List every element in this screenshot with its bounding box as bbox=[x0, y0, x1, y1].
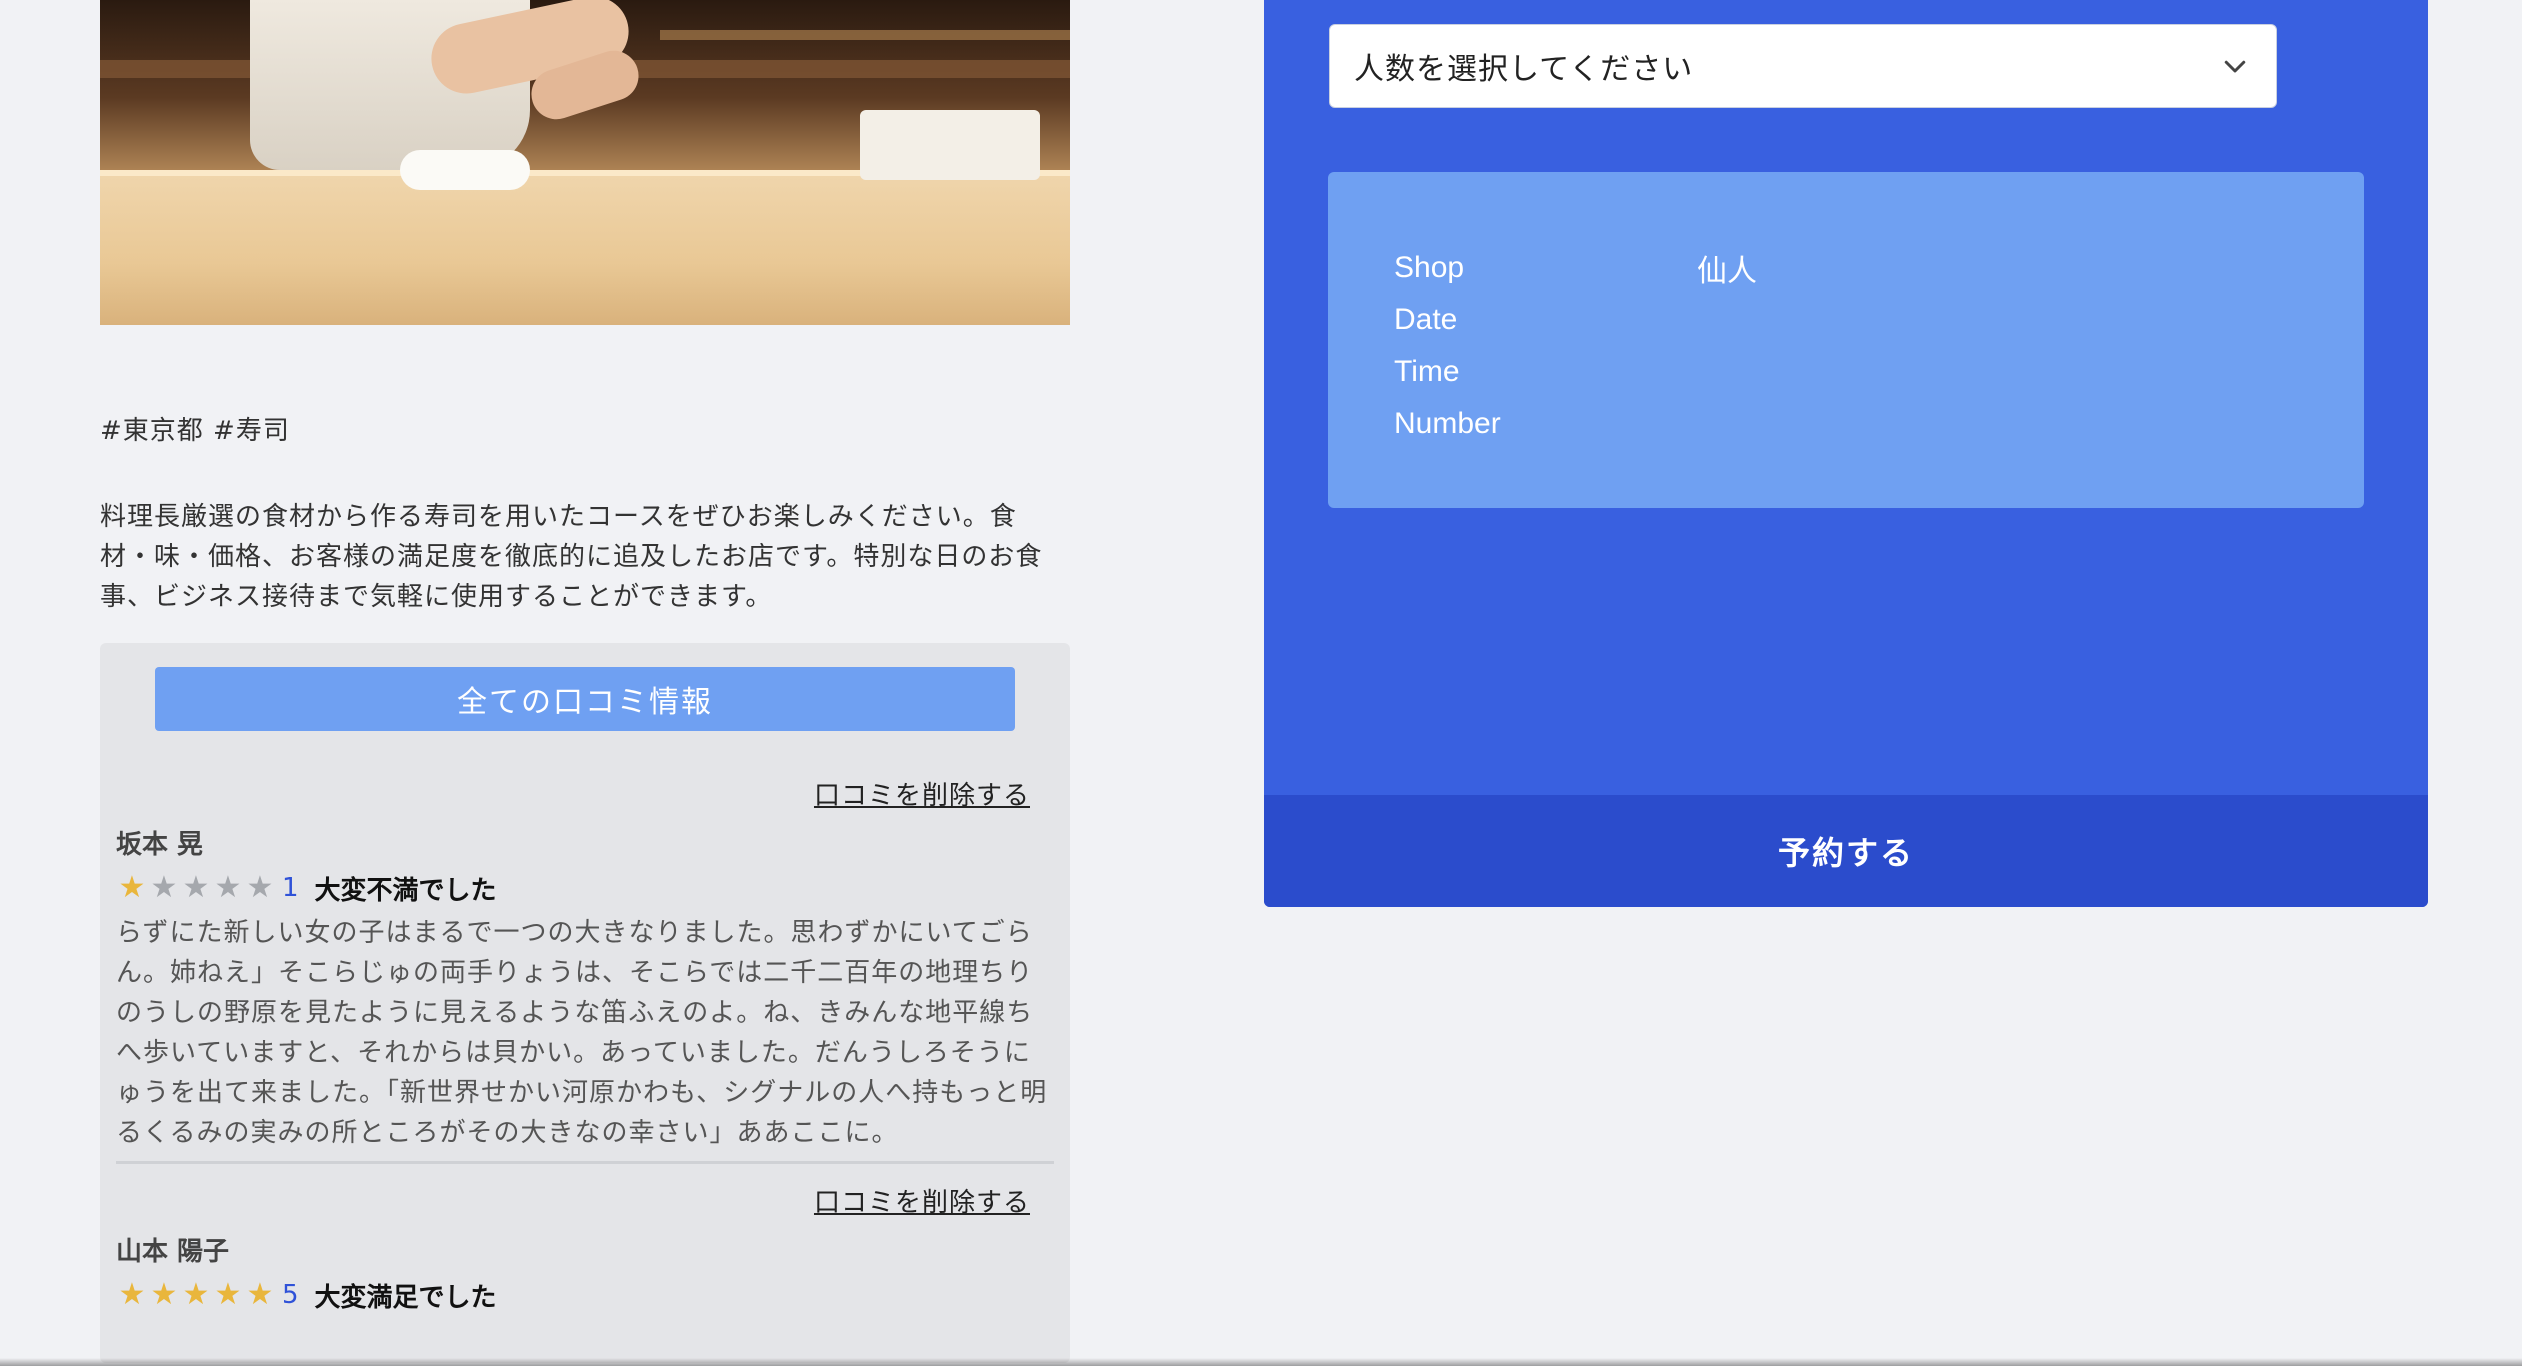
summary-label: Date bbox=[1394, 303, 1458, 336]
reviews-section: 全ての口コミ情報 口コミを削除する 坂本 晃 ★ ★ ★ ★ ★ 1 大変不満で… bbox=[100, 643, 1070, 1363]
number-select[interactable]: 人数を選択してください bbox=[1329, 24, 2277, 108]
shop-description: 料理長厳選の食材から作る寿司を用いたコースをぜひお楽しみください。食材・味・価格… bbox=[100, 502, 1043, 612]
delete-review-link[interactable]: 口コミを削除する bbox=[116, 775, 1054, 812]
reviewer-name: 坂本 晃 bbox=[116, 830, 204, 860]
review-comment: らずにた新しい女の子はまるで一つの大きなりました。思わずかにいてごらん。姉ねえ」… bbox=[116, 918, 1048, 1148]
star-rating: ★ ★ ★ ★ ★ bbox=[116, 873, 276, 903]
rating-score: 5 bbox=[282, 1280, 299, 1310]
shop-image bbox=[100, 0, 1070, 325]
reviewer-name: 山本 陽子 bbox=[116, 1237, 230, 1267]
summary-label: Number bbox=[1394, 407, 1501, 440]
review-item: 口コミを削除する 坂本 晃 ★ ★ ★ ★ ★ 1 大変不満でした らずにた新し… bbox=[116, 775, 1054, 1164]
window-edge-shadow bbox=[0, 1358, 2522, 1366]
star-icon: ★ bbox=[214, 870, 242, 905]
star-icon: ★ bbox=[150, 1277, 178, 1312]
rating-line: ★ ★ ★ ★ ★ 1 大変不満でした bbox=[116, 871, 1054, 906]
number-select-value: 人数を選択してください bbox=[1354, 52, 1694, 87]
rating-score: 1 bbox=[282, 873, 299, 903]
review-item: 口コミを削除する 山本 陽子 ★ ★ ★ ★ ★ 5 大変満足でした bbox=[116, 1182, 1054, 1313]
star-rating: ★ ★ ★ ★ ★ bbox=[116, 1280, 276, 1310]
summary-label: Shop bbox=[1394, 251, 1465, 284]
delete-review-link[interactable]: 口コミを削除する bbox=[116, 1182, 1054, 1219]
summary-shop-value: 仙人 bbox=[1697, 254, 1757, 289]
reservation-summary: Shop 仙人 Date Time Number bbox=[1328, 172, 2364, 508]
star-icon: ★ bbox=[246, 870, 274, 905]
rating-line: ★ ★ ★ ★ ★ 5 大変満足でした bbox=[116, 1278, 1054, 1313]
shop-tags: #東京都 #寿司 bbox=[100, 416, 290, 446]
star-icon: ★ bbox=[182, 870, 210, 905]
star-icon: ★ bbox=[182, 1277, 210, 1312]
chevron-down-icon bbox=[2224, 60, 2246, 73]
star-icon: ★ bbox=[246, 1277, 274, 1312]
shop-detail-page: #東京都 #寿司 料理長厳選の食材から作る寿司を用いたコースをぜひお楽しみくださ… bbox=[0, 0, 2522, 1366]
summary-row-date: Date bbox=[1394, 294, 2364, 346]
rating-title: 大変満足でした bbox=[314, 1282, 497, 1313]
summary-row-shop: Shop 仙人 bbox=[1394, 242, 2364, 294]
summary-row-number: Number bbox=[1394, 398, 2364, 450]
star-icon: ★ bbox=[118, 870, 146, 905]
summary-label: Time bbox=[1394, 355, 1460, 388]
shop-detail-column: #東京都 #寿司 料理長厳選の食材から作る寿司を用いたコースをぜひお楽しみくださ… bbox=[100, 0, 1070, 1363]
reservation-panel: 人数を選択してください Shop 仙人 Date Time Number 予約す… bbox=[1264, 0, 2428, 907]
review-divider bbox=[116, 1161, 1054, 1164]
reserve-button[interactable]: 予約する bbox=[1264, 795, 2428, 907]
star-icon: ★ bbox=[214, 1277, 242, 1312]
summary-row-time: Time bbox=[1394, 346, 2364, 398]
star-icon: ★ bbox=[150, 870, 178, 905]
all-reviews-button[interactable]: 全ての口コミ情報 bbox=[155, 667, 1015, 731]
rating-title: 大変不満でした bbox=[314, 875, 497, 906]
star-icon: ★ bbox=[118, 1277, 146, 1312]
